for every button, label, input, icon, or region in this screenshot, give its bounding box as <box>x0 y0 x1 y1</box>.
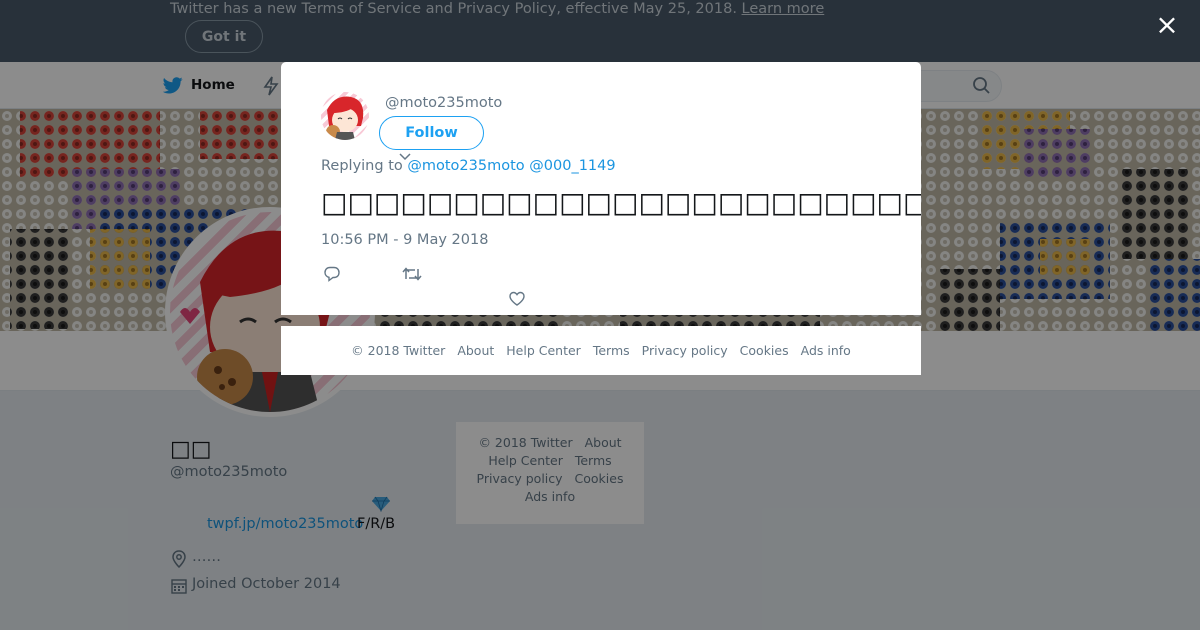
mention-link[interactable]: @moto235moto <box>407 158 524 174</box>
footer-terms-link[interactable]: Terms <box>593 343 630 358</box>
footer-privacy-link[interactable]: Privacy policy <box>642 343 728 358</box>
replying-to: Replying to @moto235moto @000_1149 <box>321 158 616 174</box>
follow-button[interactable]: Follow <box>379 116 484 150</box>
heart-icon[interactable] <box>509 291 525 307</box>
tweet-text: □□□□□□□□□□□□□□□□□□□□□□□□□□□□□□□□□□□□□□□□… <box>321 186 921 219</box>
reply-icon[interactable] <box>324 266 340 282</box>
modal-footer: © 2018 Twitter About Help Center Terms P… <box>281 326 921 375</box>
footer-about-link[interactable]: About <box>457 343 494 358</box>
tweet-author-handle[interactable]: @moto235moto <box>385 95 502 111</box>
retweet-icon[interactable] <box>402 266 422 282</box>
replying-prefix: Replying to <box>321 158 403 174</box>
mention-link[interactable]: @000_1149 <box>529 158 615 174</box>
footer-ads-info-link[interactable]: Ads info <box>801 343 851 358</box>
footer-help-center-link[interactable]: Help Center <box>506 343 581 358</box>
tweet-author-avatar[interactable] <box>321 92 369 140</box>
tweet-modal: @moto235moto Follow Replying to @moto235… <box>281 62 921 315</box>
footer-copyright: © 2018 Twitter <box>351 343 446 358</box>
footer-cookies-link[interactable]: Cookies <box>740 343 789 358</box>
author-avatar-image <box>326 96 364 140</box>
close-icon[interactable]: × <box>1152 10 1182 40</box>
tweet-timestamp[interactable]: 10:56 PM - 9 May 2018 <box>321 232 488 248</box>
